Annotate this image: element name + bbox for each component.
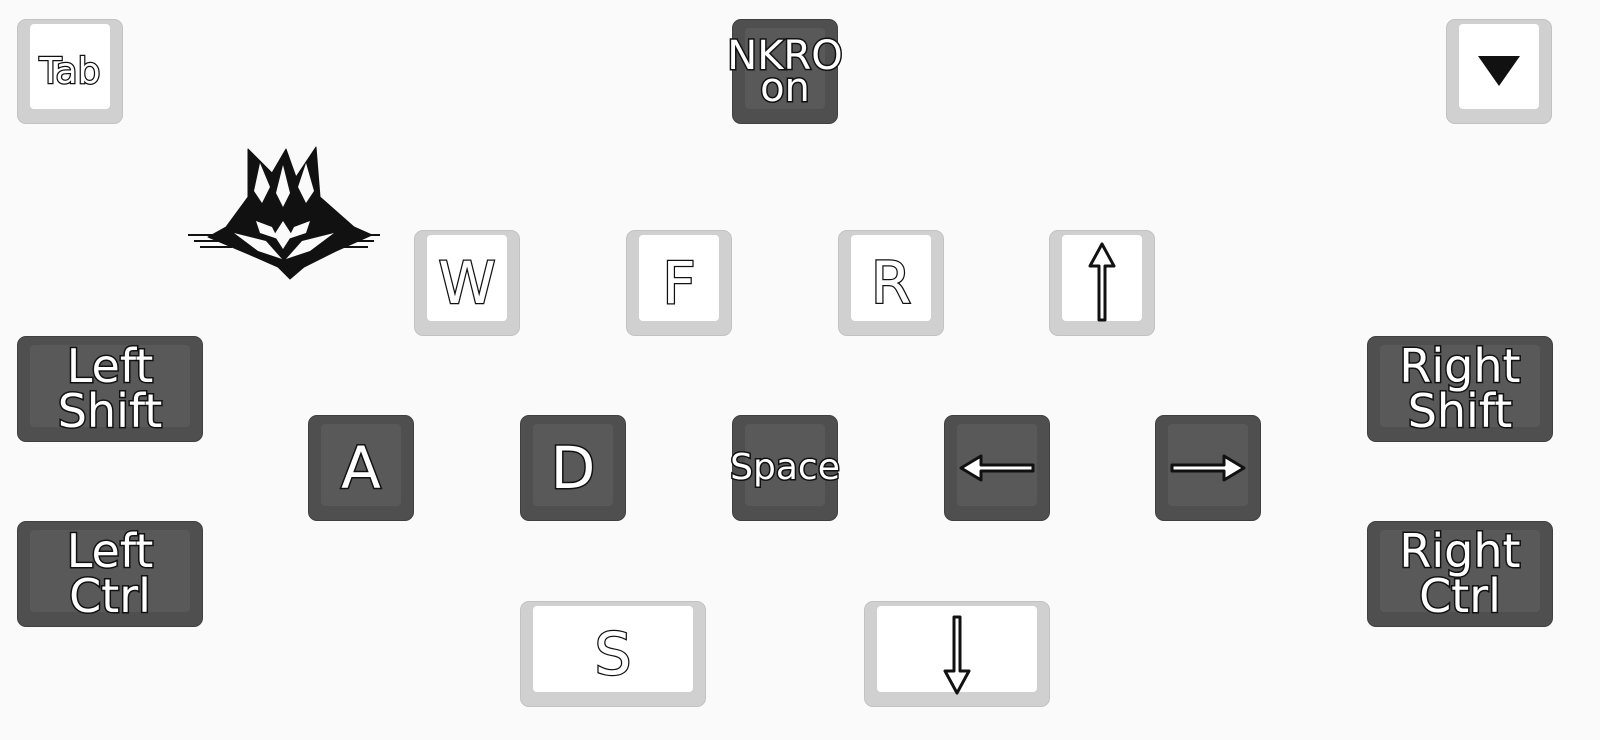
a-key[interactable]: A	[308, 415, 414, 521]
r-key[interactable]: R	[838, 230, 944, 336]
left-ctrl-line2: Ctrl	[68, 569, 153, 623]
space-key[interactable]: Space	[729, 415, 842, 521]
s-key-label: S	[593, 619, 632, 688]
tab-key[interactable]: Tab	[17, 19, 123, 124]
left-shift-key[interactable]: Left Shift	[17, 336, 203, 442]
nkro-toggle-key[interactable]: NKRO on	[726, 19, 844, 124]
nkro-label-line2: on	[759, 64, 812, 111]
tab-key-label: Tab	[38, 50, 101, 92]
f-key-label: F	[661, 248, 697, 317]
r-key-label: R	[870, 248, 913, 317]
arrow-down-icon	[943, 615, 971, 695]
right-ctrl-line2: Ctrl	[1418, 569, 1503, 623]
nkro-toggle-label: NKRO on	[726, 34, 844, 109]
right-ctrl-key[interactable]: Right Ctrl	[1367, 521, 1553, 627]
keyboard-overlay: Tab NKRO on W F R Left Shift Right Shift…	[0, 0, 1600, 740]
right-ctrl-label: Right Ctrl	[1398, 526, 1522, 620]
right-shift-label: Right Shift	[1398, 341, 1522, 435]
arrow-left-icon	[959, 454, 1035, 482]
d-key-label: D	[549, 433, 597, 502]
left-ctrl-label: Left Ctrl	[65, 526, 155, 620]
triangle-down-icon	[1478, 55, 1520, 86]
left-shift-line2: Shift	[56, 384, 164, 438]
d-key[interactable]: D	[520, 415, 626, 521]
up-arrow-key[interactable]	[1049, 230, 1155, 336]
left-ctrl-key[interactable]: Left Ctrl	[17, 521, 203, 627]
horned-mask-logo	[188, 146, 380, 280]
left-arrow-key[interactable]	[944, 415, 1050, 521]
left-shift-label: Left Shift	[56, 341, 164, 435]
right-shift-key[interactable]: Right Shift	[1367, 336, 1553, 442]
right-arrow-key[interactable]	[1155, 415, 1261, 521]
f-key[interactable]: F	[626, 230, 732, 336]
w-key-label: W	[437, 248, 497, 317]
down-arrow-key[interactable]	[864, 601, 1050, 707]
space-key-label: Space	[729, 447, 842, 489]
arrow-right-icon	[1170, 454, 1246, 482]
s-key[interactable]: S	[520, 601, 706, 707]
menu-dropdown-key[interactable]	[1446, 19, 1552, 124]
arrow-up-icon	[1088, 242, 1116, 322]
a-key-label: A	[340, 433, 383, 502]
right-shift-line2: Shift	[1406, 384, 1514, 438]
w-key[interactable]: W	[414, 230, 520, 336]
